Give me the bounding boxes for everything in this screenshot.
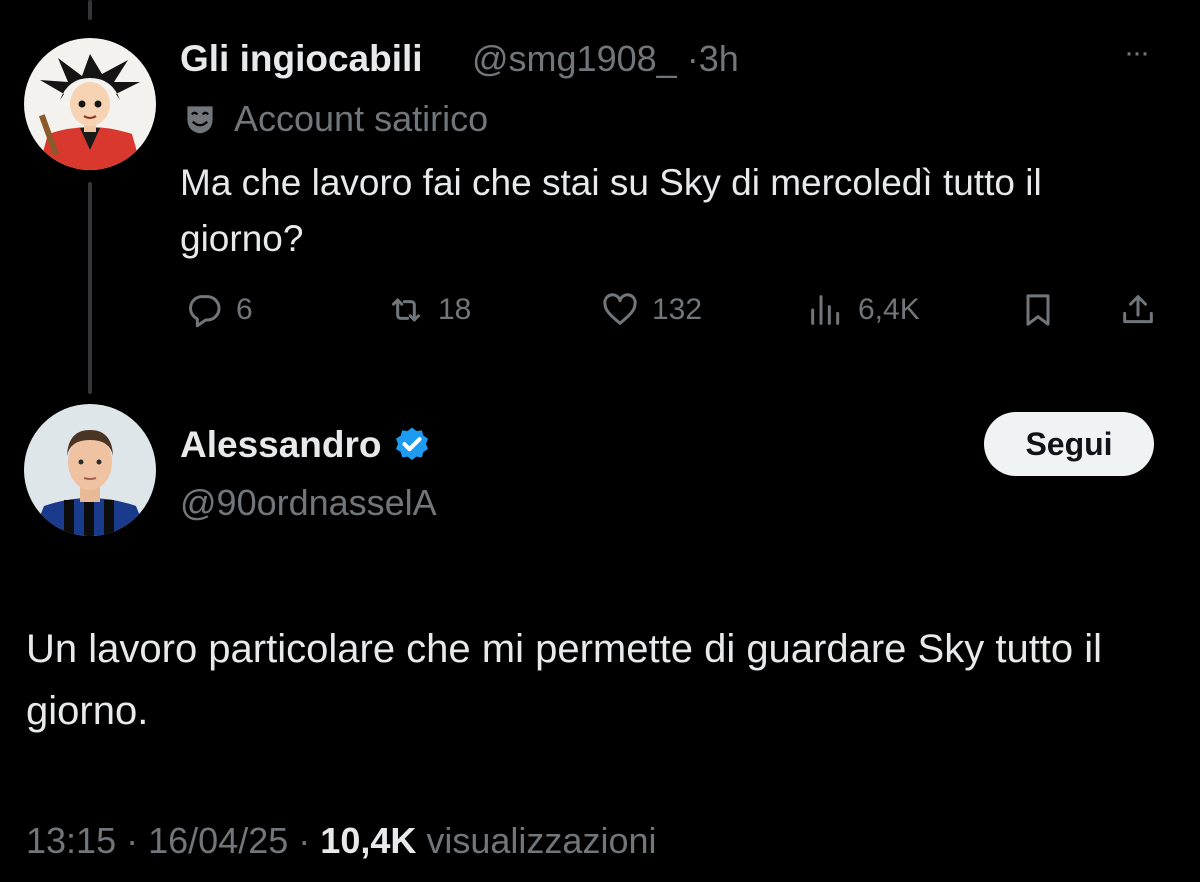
reply-icon — [189, 295, 221, 328]
meta-separator-2: · — [298, 820, 311, 861]
tweet-time[interactable]: 13:15 — [26, 820, 116, 861]
parent-tweet-text: Ma che lavoro fai che stai su Sky di mer… — [180, 162, 1042, 259]
views-button[interactable]: 6,4K — [806, 286, 920, 334]
parent-handle-row: @smg1908_ ·3h — [472, 38, 739, 80]
reply-tweet-text: Un lavoro particolare che mi permette di… — [26, 627, 1103, 733]
like-count: 132 — [652, 293, 703, 326]
bookmark-icon — [1026, 294, 1050, 326]
parent-display-name[interactable]: Gli ingiocabili — [180, 38, 423, 80]
repost-count: 18 — [438, 293, 472, 326]
reply-button[interactable]: 6 — [184, 286, 253, 334]
reply-name-row: Alessandro — [180, 424, 432, 466]
bookmark-button[interactable] — [1018, 286, 1058, 334]
follow-button[interactable]: Segui — [984, 412, 1154, 476]
thread-line-top — [88, 0, 92, 20]
avatar-gli-ingiocabili[interactable] — [24, 38, 156, 170]
tweet-date[interactable]: 16/04/25 — [148, 820, 288, 861]
analytics-icon — [811, 295, 840, 325]
parent-handle[interactable]: @smg1908_ — [472, 38, 677, 79]
account-label-row: Account satirico — [182, 96, 488, 142]
parent-time[interactable]: 3h — [699, 38, 739, 79]
heart-icon — [603, 293, 637, 325]
more-options-button[interactable]: ··· — [1124, 36, 1150, 70]
meta-separator-1: · — [126, 820, 139, 861]
goku-avatar-icon — [24, 38, 156, 170]
tweet-views-label[interactable]: visualizzazioni — [426, 820, 656, 861]
theater-mask-icon — [187, 106, 213, 134]
alessandro-avatar-icon — [24, 404, 156, 536]
parent-separator: · — [686, 38, 699, 79]
views-count: 6,4K — [858, 293, 920, 326]
reply-display-name[interactable]: Alessandro — [180, 424, 382, 466]
repost-icon — [392, 298, 420, 322]
reply-count: 6 — [236, 293, 253, 326]
tweet-meta-line: 13:15 · 16/04/25 · 10,4K visualizzazioni — [26, 820, 657, 862]
like-button[interactable]: 132 — [600, 286, 702, 334]
account-label-text: Account satirico — [234, 98, 489, 139]
tweet-views-count: 10,4K — [320, 820, 417, 861]
share-button[interactable] — [1118, 286, 1158, 334]
reply-handle[interactable]: @90ordnasselA — [180, 482, 437, 524]
thread-line — [88, 182, 92, 394]
verified-badge-icon[interactable] — [392, 425, 432, 465]
avatar-alessandro[interactable] — [24, 404, 156, 536]
repost-button[interactable]: 18 — [386, 286, 471, 334]
share-icon — [1123, 295, 1153, 324]
